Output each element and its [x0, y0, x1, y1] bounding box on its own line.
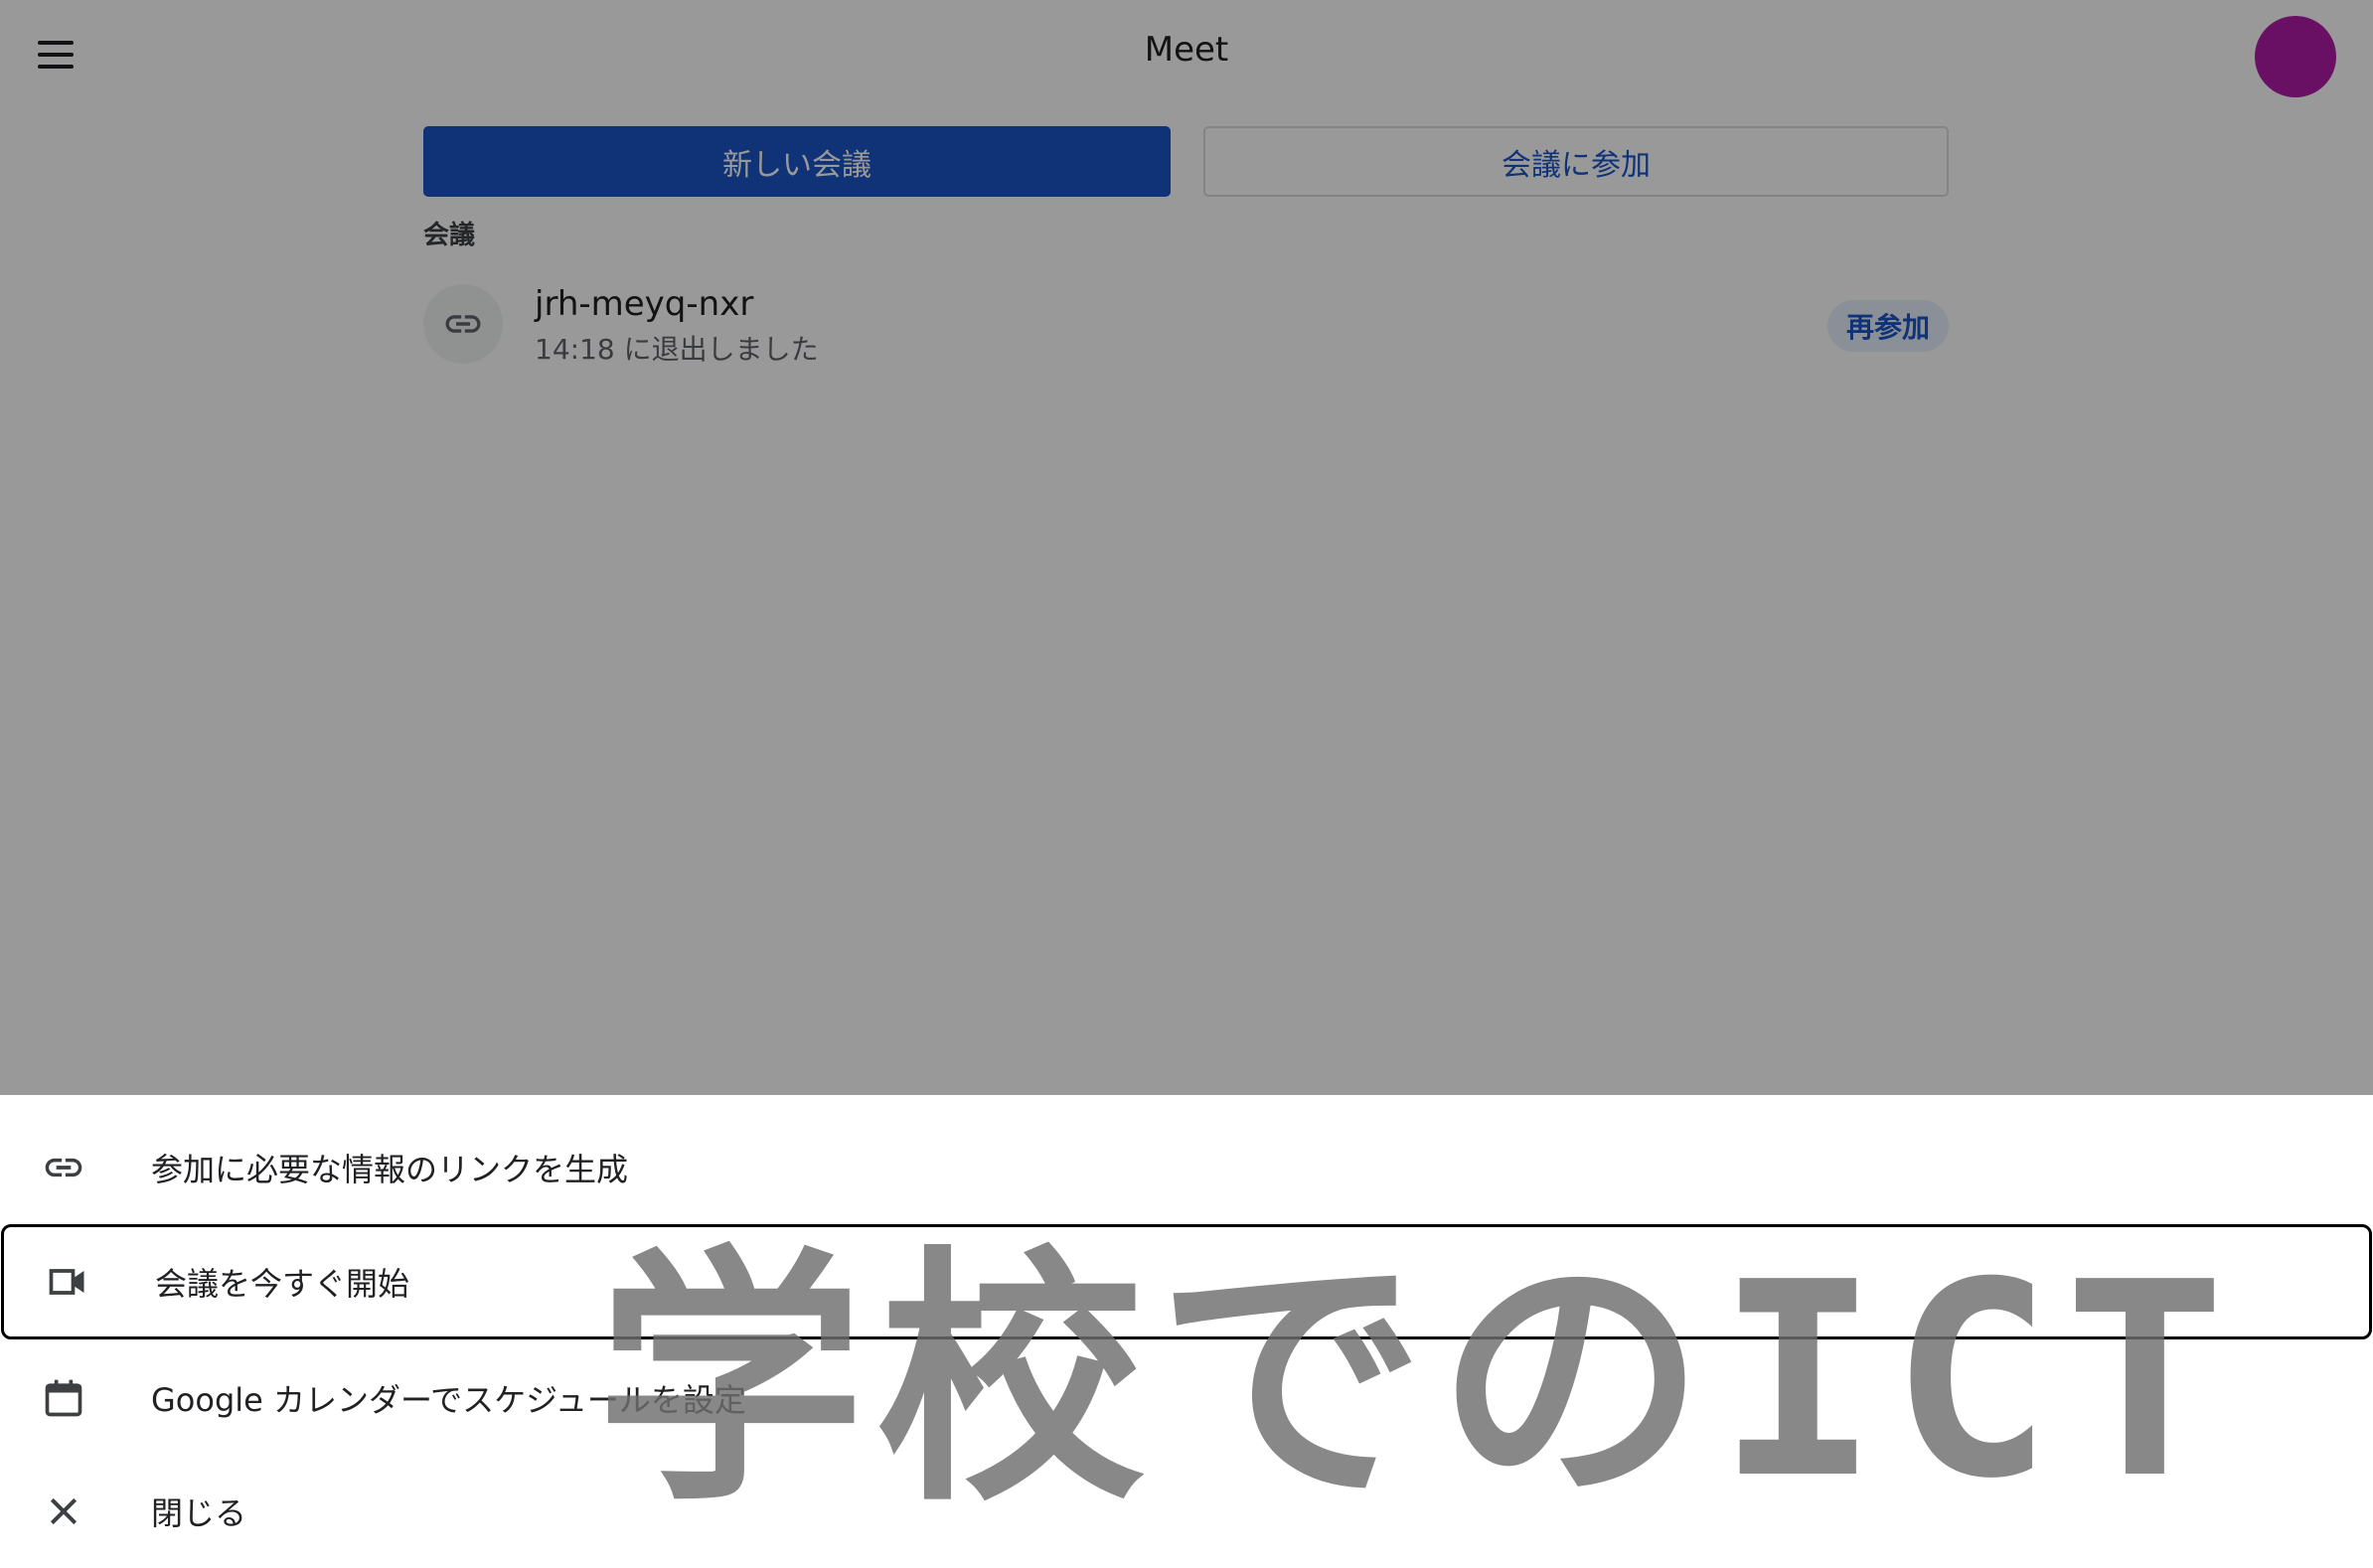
meet-app: Meet 新しい会議 会議に参加 会議 jrh-meyq-nxr 14:18 に… [0, 0, 2373, 1568]
close-icon [40, 1488, 87, 1535]
calendar-icon [40, 1374, 87, 1422]
link-icon [40, 1144, 87, 1191]
video-camera-icon [44, 1258, 91, 1306]
sheet-item-generate-link[interactable]: 参加に必要な情報のリンクを生成 [0, 1111, 2373, 1224]
watermark-text: 学校でのICT [596, 1224, 2238, 1537]
sheet-item-label: 参加に必要な情報のリンクを生成 [151, 1151, 629, 1188]
sheet-item-label: 会議を今すぐ開始 [155, 1265, 410, 1303]
modal-scrim[interactable] [0, 0, 2373, 1095]
sheet-item-label: 閉じる [151, 1494, 247, 1532]
